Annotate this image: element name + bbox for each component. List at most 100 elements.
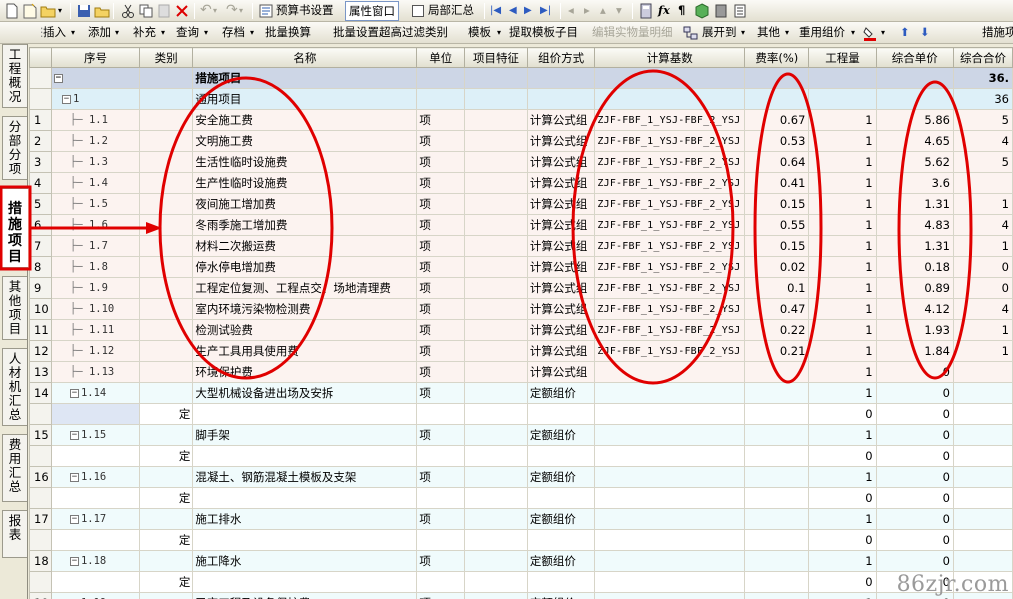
- total-price-cell[interactable]: 1: [952, 235, 1013, 257]
- name-cell[interactable]: 生活性临时设施费: [192, 151, 418, 173]
- rate-cell[interactable]: 0.15: [744, 193, 810, 215]
- calc-base-cell[interactable]: ZJF-FBF_1_YSJ-FBF_2_YSJ: [594, 151, 746, 173]
- last-record-icon[interactable]: ▶|: [540, 0, 551, 22]
- calc-base-cell[interactable]: [594, 571, 746, 593]
- unit-price-cell[interactable]: 0: [875, 424, 954, 446]
- rate-cell[interactable]: 0.15: [744, 235, 810, 257]
- column-header-quantity[interactable]: 工程量: [808, 47, 877, 68]
- rate-cell[interactable]: [744, 445, 810, 467]
- rate-cell[interactable]: [744, 361, 810, 383]
- new-file-icon[interactable]: [4, 3, 20, 19]
- row-number-cell[interactable]: 13: [29, 361, 52, 383]
- seq-cell[interactable]: ├─ 1.5: [50, 193, 140, 215]
- cut-icon[interactable]: [120, 3, 136, 19]
- collapse-toggle-icon[interactable]: −: [61, 94, 71, 104]
- quantity-cell[interactable]: 1: [808, 151, 877, 173]
- column-header-unit[interactable]: 单位: [416, 47, 466, 68]
- quantity-cell[interactable]: 1: [808, 277, 877, 299]
- unit-cell[interactable]: 项: [416, 235, 466, 257]
- total-price-cell[interactable]: [952, 550, 1013, 572]
- expand-to-menu[interactable]: 展开到: [702, 22, 737, 44]
- table-row[interactable]: 定 00: [29, 487, 1013, 509]
- name-cell[interactable]: 文明施工费: [192, 130, 418, 152]
- quantity-cell[interactable]: 1: [808, 592, 877, 599]
- total-price-cell[interactable]: 1: [952, 193, 1013, 215]
- row-number-cell[interactable]: [29, 67, 52, 89]
- rate-cell[interactable]: 0.1: [744, 277, 810, 299]
- calc-base-cell[interactable]: [594, 403, 746, 425]
- rate-cell[interactable]: [744, 88, 810, 110]
- unit-cell[interactable]: [416, 487, 466, 509]
- unit-price-cell[interactable]: [875, 88, 954, 110]
- feature-cell[interactable]: [464, 172, 528, 194]
- unit-price-cell[interactable]: 0: [875, 466, 954, 488]
- budget-settings-icon[interactable]: [258, 3, 274, 19]
- pricing-method-cell[interactable]: 计算公式组: [526, 277, 596, 299]
- table-row[interactable]: 5 ├─ 1.5 夜间施工增加费项计算公式组 ZJF-FBF_1_YSJ-FBF_2_…: [29, 193, 1013, 215]
- seq-cell[interactable]: ├─ 1.9: [50, 277, 140, 299]
- quantity-cell[interactable]: 0: [808, 403, 877, 425]
- collapse-toggle-icon[interactable]: −: [69, 556, 79, 566]
- name-cell[interactable]: 脚手架: [192, 424, 418, 446]
- feature-cell[interactable]: [464, 592, 528, 599]
- rate-cell[interactable]: 0.47: [744, 298, 810, 320]
- unit-cell[interactable]: 项: [416, 382, 466, 404]
- total-price-cell[interactable]: 36: [952, 88, 1013, 110]
- row-number-cell[interactable]: 10: [29, 298, 52, 320]
- table-row[interactable]: 2 ├─ 1.2 文明施工费项计算公式组 ZJF-FBF_1_YSJ-FBF_2_YS…: [29, 130, 1013, 152]
- new-project-icon[interactable]: [22, 3, 38, 19]
- seq-cell[interactable]: ├─ 1.2: [50, 130, 140, 152]
- table-row[interactable]: 7 ├─ 1.7 材料二次搬运费项计算公式组 ZJF-FBF_1_YSJ-FBF_2_…: [29, 235, 1013, 257]
- pricing-method-cell[interactable]: [526, 67, 596, 89]
- feature-cell[interactable]: [464, 508, 528, 530]
- row-number-cell[interactable]: [29, 88, 52, 110]
- feature-cell[interactable]: [464, 571, 528, 593]
- table-row[interactable]: 10 ├─ 1.10 室内环境污染物检测费项计算公式组 ZJF-FBF_1_YSJ-F…: [29, 298, 1013, 320]
- quantity-cell[interactable]: 1: [808, 193, 877, 215]
- name-cell[interactable]: 夜间施工增加费: [192, 193, 418, 215]
- expand-to-dropdown-icon[interactable]: ▾: [741, 22, 745, 44]
- rate-cell[interactable]: [744, 67, 810, 89]
- seq-cell[interactable]: ├─ 1.3: [50, 151, 140, 173]
- unit-price-cell[interactable]: 0: [875, 529, 954, 551]
- template-menu[interactable]: 模板: [468, 22, 491, 44]
- seq-cell[interactable]: −: [50, 67, 140, 89]
- unit-cell[interactable]: [416, 529, 466, 551]
- unit-price-cell[interactable]: 1.84: [875, 340, 954, 362]
- category-cell[interactable]: [138, 193, 194, 215]
- seq-cell[interactable]: −1.18: [50, 550, 140, 572]
- total-price-cell[interactable]: 5: [952, 109, 1013, 131]
- calc-base-cell[interactable]: ZJF-FBF_1_YSJ-FBF_2_YSJ: [594, 172, 746, 194]
- calc-base-cell[interactable]: [594, 67, 746, 89]
- collapse-toggle-icon[interactable]: −: [69, 388, 79, 398]
- unit-cell[interactable]: 项: [416, 319, 466, 341]
- pricing-method-cell[interactable]: 计算公式组: [526, 193, 596, 215]
- seq-cell[interactable]: [50, 571, 140, 593]
- name-cell[interactable]: 工程定位复测、工程点交、场地清理费: [192, 277, 418, 299]
- table-row[interactable]: −1 通用项目 36: [29, 88, 1013, 110]
- category-cell[interactable]: [138, 340, 194, 362]
- name-cell[interactable]: 通用项目: [192, 88, 418, 110]
- category-cell[interactable]: [138, 130, 194, 152]
- row-number-cell[interactable]: 8: [29, 256, 52, 278]
- row-number-cell[interactable]: 6: [29, 214, 52, 236]
- rate-cell[interactable]: [744, 466, 810, 488]
- add-menu[interactable]: 添加: [88, 22, 111, 44]
- rate-cell[interactable]: [744, 508, 810, 530]
- name-cell[interactable]: 混凝土、钢筋混凝土模板及支架: [192, 466, 418, 488]
- pricing-method-cell[interactable]: [526, 571, 596, 593]
- unit-price-cell[interactable]: 4.83: [875, 214, 954, 236]
- column-header-rate[interactable]: 费率(%): [744, 47, 810, 68]
- unit-price-cell[interactable]: 1.31: [875, 193, 954, 215]
- seq-cell[interactable]: −1.16: [50, 466, 140, 488]
- total-price-cell[interactable]: 4: [952, 298, 1013, 320]
- name-cell[interactable]: [192, 445, 418, 467]
- tab-labor-material-summary[interactable]: 人材机汇总: [2, 348, 27, 426]
- pricing-method-cell[interactable]: 定额组价: [526, 508, 596, 530]
- unit-price-cell[interactable]: 0: [875, 361, 954, 383]
- unit-cell[interactable]: 项: [416, 130, 466, 152]
- unit-cell[interactable]: 项: [416, 550, 466, 572]
- category-cell[interactable]: [138, 319, 194, 341]
- copy-icon[interactable]: [138, 3, 154, 19]
- rate-cell[interactable]: [744, 571, 810, 593]
